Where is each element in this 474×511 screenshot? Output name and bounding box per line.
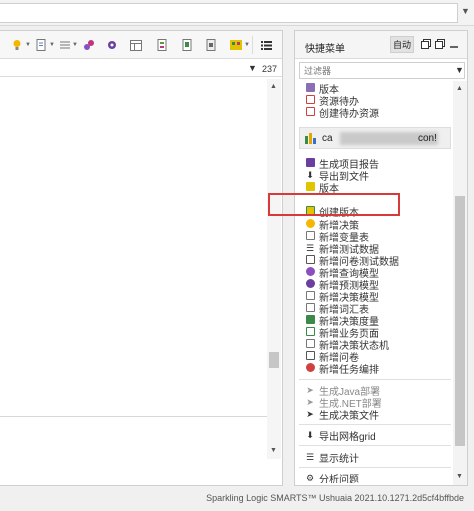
left-scrollbar[interactable]: ▲ ▼ [267,79,281,459]
divider [299,467,451,468]
auto-button[interactable]: 自动 [390,36,414,53]
grid-icon[interactable] [227,37,245,53]
quick-menu-header: 快捷菜单 自动 [295,31,467,59]
menu-item-partial[interactable]: ⚙ 分析问题 [305,473,359,483]
version-icon [305,83,315,93]
menu-item-show-stats[interactable]: ☰ 显示统计 [305,451,359,465]
orchestration-icon [305,363,315,373]
questionnaire-icon [305,351,315,361]
menu-item-version[interactable]: 版本 [305,181,339,195]
metric-icon [305,315,315,325]
document-icon [305,231,315,241]
menu-item-create-todo[interactable]: 创建待办资源 [305,106,379,120]
export-icon: ⬇ [306,170,314,180]
predictive-model-icon [305,279,315,289]
divider [299,424,451,425]
caret-down-icon[interactable]: ▼ [72,42,78,48]
state-machine-icon [305,339,315,349]
rocket-icon: ➤ [306,397,314,407]
stats-icon: ☰ [305,452,315,462]
menu-item-decision-file[interactable]: ➤ 生成决策文件 [305,408,379,422]
vocabulary-icon [305,303,315,313]
vocabulary-icon[interactable] [153,37,171,53]
quick-menu-panel: 快捷菜单 自动 ▼ 版本 资源待办 创建待办资源 ca con! 生成项目报告 … [294,30,468,486]
table-model-icon [305,291,315,301]
scroll-down-icon[interactable]: ▼ [456,473,463,480]
version-icon [305,182,315,192]
top-input[interactable] [0,3,458,23]
scroll-thumb[interactable] [269,352,279,368]
quick-menu-scrollbar[interactable]: ▲ ▼ [453,81,467,485]
table-model-icon[interactable] [127,37,145,53]
chevron-down-icon[interactable]: ▼ [461,6,470,16]
todo-icon [305,95,315,105]
business-page-icon[interactable] [178,37,196,53]
main-panel: ▼ ▼ ▼ ▼ ▼ 237 ▲ ▼ [0,30,283,486]
minimize-icon[interactable] [450,39,460,49]
scroll-down-icon[interactable]: ▼ [270,447,277,454]
quick-menu-filter[interactable]: ▼ [299,62,465,79]
report-icon [305,158,315,168]
decision-icon[interactable] [202,37,220,53]
caret-down-icon[interactable]: ▼ [25,42,31,48]
business-page-icon [305,327,315,337]
divider [299,445,451,446]
download-icon: ⬇ [306,430,314,440]
scroll-thumb[interactable] [455,196,465,446]
project-icon [305,133,317,144]
divider [299,379,451,380]
project-name: ca [322,133,333,144]
status-bar: Sparkling Logic SMARTS™ Ushuaia 2021.10.… [0,490,474,511]
filter-input[interactable] [300,63,450,78]
filter-icon[interactable]: ▼ [455,65,464,75]
filter-icon[interactable]: ▼ [248,63,257,73]
version-text: Sparkling Logic SMARTS™ Ushuaia 2021.10.… [206,493,464,503]
query-model-icon [305,267,315,277]
list-view-icon[interactable] [257,37,275,53]
caret-down-icon[interactable]: ▼ [49,42,55,48]
query-model-icon[interactable] [80,37,98,53]
restore-window-icon[interactable] [421,39,431,49]
bulb-icon[interactable] [8,37,26,53]
filter-count: 237 [262,64,278,74]
menu-item-export-grid[interactable]: ⬇ 导出网格grid [305,429,375,443]
toolbar-divider [252,36,253,54]
document-icon[interactable] [32,37,50,53]
filter-bar[interactable]: ▼ 237 [0,61,282,77]
menu-item-new-orchestration[interactable]: 新增任务编排 [305,362,379,376]
predictive-model-icon[interactable] [103,37,121,53]
toolbar: ▼ ▼ ▼ ▼ [0,31,282,59]
bulb-icon [305,219,315,229]
rocket-icon: ➤ [306,409,314,419]
detach-window-icon[interactable] [435,39,445,49]
project-row[interactable]: ca con! [299,127,451,149]
quick-menu-title: 快捷菜单 [305,44,345,55]
scroll-up-icon[interactable]: ▲ [456,85,463,92]
divider [0,416,267,417]
caret-down-icon[interactable]: ▼ [244,42,250,48]
top-bar: ▼ [0,0,474,26]
list-icon: ☰ [305,243,315,253]
highlight-box [268,193,400,216]
project-name-end: con! [418,133,437,144]
scroll-up-icon[interactable]: ▲ [270,83,277,90]
create-todo-icon [305,107,315,117]
rocket-icon: ➤ [306,385,314,395]
settings-icon: ⚙ [305,473,315,483]
questionnaire-data-icon [305,255,315,265]
